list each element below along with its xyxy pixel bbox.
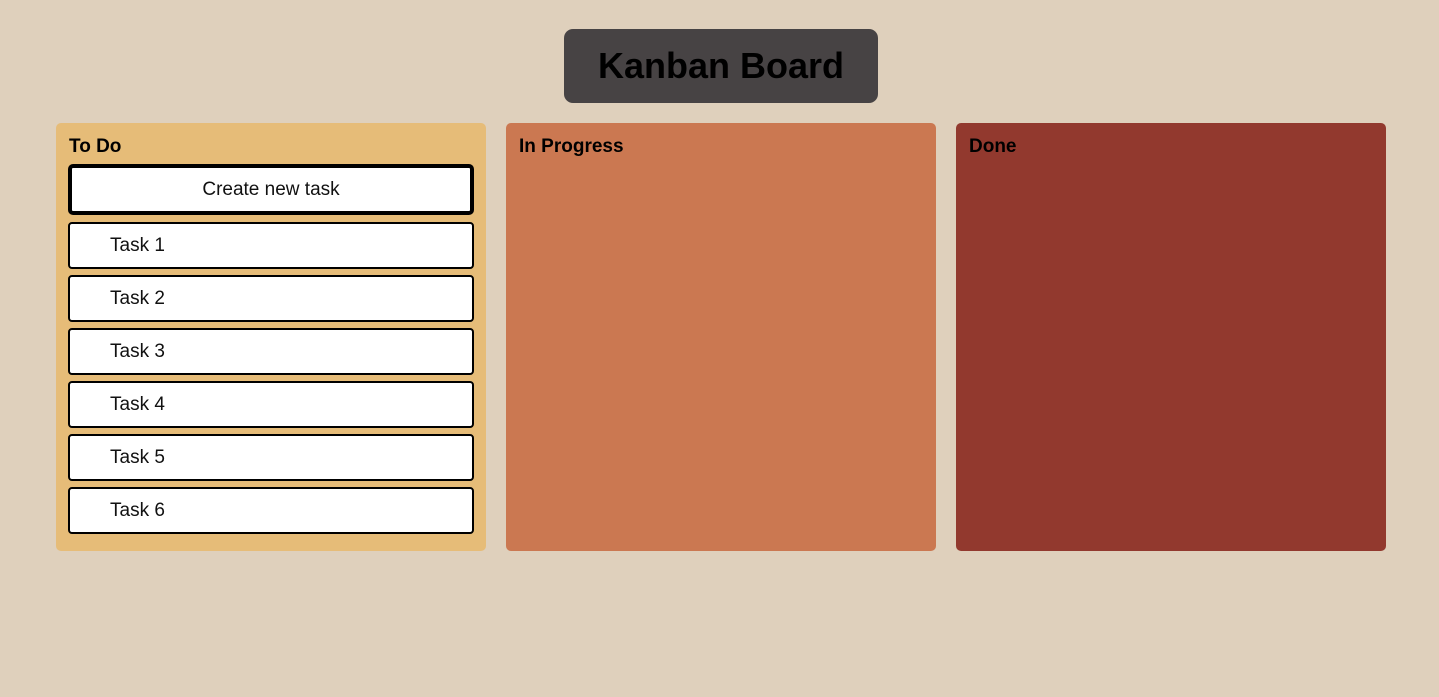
task-card[interactable]: Task 6	[68, 487, 474, 534]
kanban-page: Kanban Board To Do Create new task Task …	[0, 0, 1439, 697]
column-title-done: Done	[969, 136, 1017, 157]
task-card[interactable]: Task 2	[68, 275, 474, 322]
header-banner: Kanban Board	[564, 29, 878, 103]
create-task-button[interactable]: Create new task	[68, 164, 474, 215]
task-card[interactable]: Task 4	[68, 381, 474, 428]
column-in-progress[interactable]: In Progress	[506, 123, 936, 551]
column-title-todo: To Do	[69, 136, 122, 157]
task-card[interactable]: Task 5	[68, 434, 474, 481]
page-title: Kanban Board	[597, 45, 845, 86]
column-title-in-progress: In Progress	[519, 136, 624, 157]
task-card[interactable]: Task 3	[68, 328, 474, 375]
task-card[interactable]: Task 1	[68, 222, 474, 269]
column-done[interactable]: Done	[956, 123, 1386, 551]
column-todo[interactable]: To Do Create new task Task 1 Task 2 Task…	[56, 123, 486, 551]
